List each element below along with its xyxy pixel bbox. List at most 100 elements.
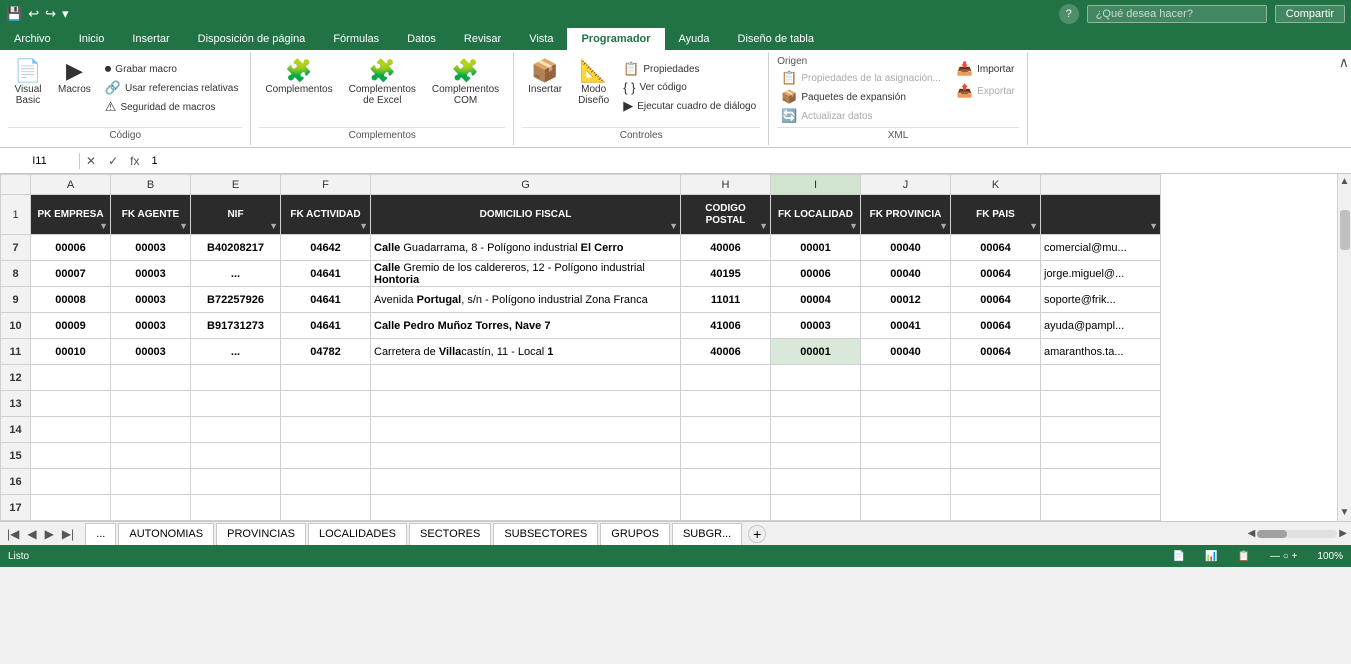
sheet-tab-grupos[interactable]: GRUPOS (600, 523, 670, 545)
cell-F7[interactable]: 04642 (281, 235, 371, 261)
propiedades-button[interactable]: 📋 Propiedades (619, 60, 760, 78)
cell-F17[interactable] (281, 495, 371, 521)
header-fk-actividad[interactable]: FK ACTIVIDAD ▼ (281, 195, 371, 235)
cell-K16[interactable] (951, 469, 1041, 495)
header-email[interactable]: ▼ (1041, 195, 1161, 235)
cell-J12[interactable] (861, 365, 951, 391)
h-scrollbar-track[interactable] (1257, 530, 1337, 538)
cell-K17[interactable] (951, 495, 1041, 521)
filter-icon-cp[interactable]: ▼ (759, 221, 768, 232)
cell-I11[interactable]: 00001 (771, 339, 861, 365)
usar-referencias-button[interactable]: 🔗 Usar referencias relativas (101, 79, 243, 97)
ejecutar-cuadro-button[interactable]: ▶ Ejecutar cuadro de diálogo (619, 97, 760, 115)
filter-icon-nif[interactable]: ▼ (269, 221, 278, 232)
filter-icon-pk[interactable]: ▼ (99, 221, 108, 232)
importar-button[interactable]: 📥 Importar (953, 60, 1019, 78)
cell-A16[interactable] (31, 469, 111, 495)
cell-L9[interactable]: soporte@frik... (1041, 287, 1161, 313)
tab-archivo[interactable]: Archivo (0, 28, 65, 50)
col-header-A[interactable]: A (31, 175, 111, 195)
cell-H13[interactable] (681, 391, 771, 417)
cell-B10[interactable]: 00003 (111, 313, 191, 339)
ribbon-collapse-button[interactable]: ∧ (1339, 54, 1349, 71)
cell-J11[interactable]: 00040 (861, 339, 951, 365)
filter-icon-fk-agente[interactable]: ▼ (179, 221, 188, 232)
tab-ayuda[interactable]: Ayuda (665, 28, 724, 50)
cell-E16[interactable] (191, 469, 281, 495)
cell-B7[interactable]: 00003 (111, 235, 191, 261)
cell-J9[interactable]: 00012 (861, 287, 951, 313)
cell-J13[interactable] (861, 391, 951, 417)
horizontal-scroll[interactable]: ◀ ▶ (1248, 528, 1347, 539)
cell-J16[interactable] (861, 469, 951, 495)
cell-L14[interactable] (1041, 417, 1161, 443)
cell-K10[interactable]: 00064 (951, 313, 1041, 339)
cell-B14[interactable] (111, 417, 191, 443)
sheet-tab-subsectores[interactable]: SUBSECTORES (493, 523, 598, 545)
sheet-tab-autonomias[interactable]: AUTONOMIAS (118, 523, 214, 545)
header-nif[interactable]: NIF ▼ (191, 195, 281, 235)
formula-cancel-button[interactable]: ✕ (80, 154, 102, 168)
col-header-L[interactable] (1041, 175, 1161, 195)
filter-icon-loc[interactable]: ▼ (849, 221, 858, 232)
tab-inicio[interactable]: Inicio (65, 28, 119, 50)
visual-basic-button[interactable]: 📄 Visual Basic (8, 56, 48, 108)
cell-E14[interactable] (191, 417, 281, 443)
header-pk-empresa[interactable]: PK EMPRESA ▼ (31, 195, 111, 235)
cell-E17[interactable] (191, 495, 281, 521)
cell-G14[interactable] (371, 417, 681, 443)
cell-G7[interactable]: Calle Guadarrama, 8 - Polígono industria… (371, 235, 681, 261)
cell-E15[interactable] (191, 443, 281, 469)
share-button[interactable]: Compartir (1275, 5, 1345, 23)
cell-I17[interactable] (771, 495, 861, 521)
tab-disposicion[interactable]: Disposición de página (184, 28, 320, 50)
cell-A11[interactable]: 00010 (31, 339, 111, 365)
grabar-macro-button[interactable]: ⏺ Grabar macro (101, 60, 243, 78)
cell-I12[interactable] (771, 365, 861, 391)
cell-E11[interactable]: ... (191, 339, 281, 365)
cell-L7[interactable]: comercial@mu... (1041, 235, 1161, 261)
cell-I15[interactable] (771, 443, 861, 469)
tab-datos[interactable]: Datos (393, 28, 450, 50)
zoom-slider[interactable]: — ○ + (1270, 551, 1297, 562)
cell-G15[interactable] (371, 443, 681, 469)
col-header-G[interactable]: G (371, 175, 681, 195)
col-header-H[interactable]: H (681, 175, 771, 195)
cell-B12[interactable] (111, 365, 191, 391)
col-header-E[interactable]: E (191, 175, 281, 195)
cell-F14[interactable] (281, 417, 371, 443)
complementos-com-button[interactable]: 🧩 Complementos COM (426, 56, 505, 108)
cell-H15[interactable] (681, 443, 771, 469)
cell-F8[interactable]: 04641 (281, 261, 371, 287)
cell-L11[interactable]: amaranthos.ta... (1041, 339, 1161, 365)
ver-codigo-button[interactable]: { } Ver código (619, 79, 760, 96)
sheet-nav-last[interactable]: ▶| (59, 527, 77, 541)
cell-A8[interactable]: 00007 (31, 261, 111, 287)
cell-J10[interactable]: 00041 (861, 313, 951, 339)
sheet-nav-next[interactable]: ▶ (42, 527, 57, 541)
cell-reference[interactable]: I11 (0, 153, 80, 169)
sheet-tab-localidades[interactable]: LOCALIDADES (308, 523, 407, 545)
fx-button[interactable]: fx (124, 154, 145, 168)
cell-F10[interactable]: 04641 (281, 313, 371, 339)
cell-H16[interactable] (681, 469, 771, 495)
view-page-break-icon[interactable]: 📋 (1238, 551, 1250, 562)
filter-icon-email[interactable]: ▼ (1149, 221, 1158, 232)
cell-J8[interactable]: 00040 (861, 261, 951, 287)
cell-A14[interactable] (31, 417, 111, 443)
filter-icon-pais[interactable]: ▼ (1029, 221, 1038, 232)
cell-E8[interactable]: ... (191, 261, 281, 287)
save-icon[interactable]: 💾 (6, 6, 22, 22)
cell-B15[interactable] (111, 443, 191, 469)
cell-G12[interactable] (371, 365, 681, 391)
complementos-excel-button[interactable]: 🧩 Complementos de Excel (343, 56, 422, 108)
tab-vista[interactable]: Vista (515, 28, 567, 50)
cell-H7[interactable]: 40006 (681, 235, 771, 261)
sheet-tab-provincias[interactable]: PROVINCIAS (216, 523, 306, 545)
cell-J7[interactable]: 00040 (861, 235, 951, 261)
cell-G8[interactable]: Calle Gremio de los caldereros, 12 - Pol… (371, 261, 681, 287)
complementos-button[interactable]: 🧩 Complementos (259, 56, 338, 97)
cell-F15[interactable] (281, 443, 371, 469)
cell-L16[interactable] (1041, 469, 1161, 495)
insertar-control-button[interactable]: 📦 Insertar (522, 56, 568, 97)
